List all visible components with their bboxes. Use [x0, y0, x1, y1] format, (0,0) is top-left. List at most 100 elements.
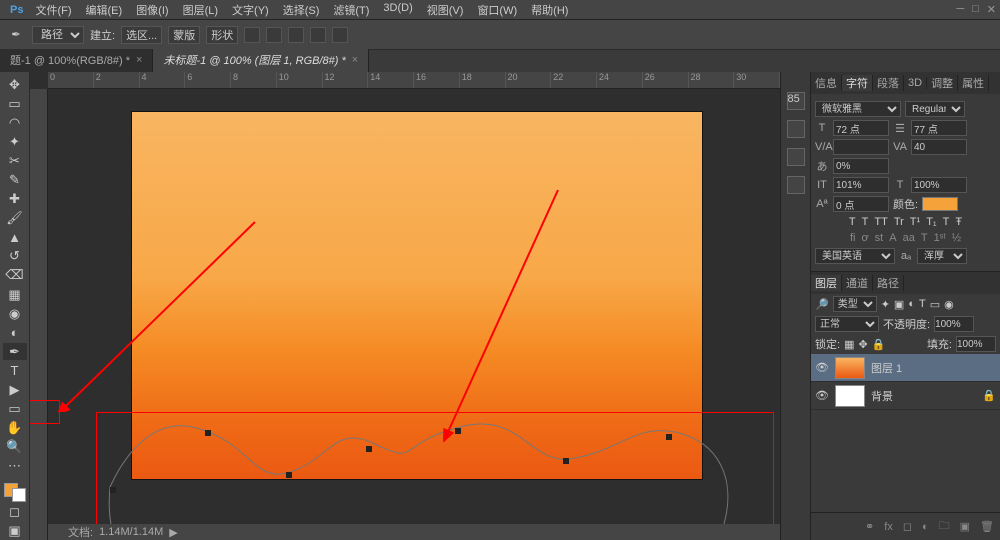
new-layer-icon[interactable]: ▣: [960, 520, 970, 533]
language-select[interactable]: 美国英语: [815, 248, 895, 264]
lock-position-icon[interactable]: ✥: [858, 338, 867, 351]
mask-button[interactable]: 蒙版: [168, 26, 200, 44]
menu-help[interactable]: 帮助(H): [525, 0, 574, 20]
history-brush-tool[interactable]: ↺: [3, 248, 27, 265]
tracking-input[interactable]: [911, 139, 967, 155]
menu-window[interactable]: 窗口(W): [471, 0, 523, 20]
gear-icon[interactable]: [310, 27, 326, 43]
tab-paths[interactable]: 路径: [873, 275, 904, 291]
adjustment-icon[interactable]: ◐: [922, 521, 929, 533]
tab-adjust[interactable]: 调整: [927, 75, 958, 91]
sub-button[interactable]: T₁: [926, 216, 936, 228]
dock-icon[interactable]: 85: [787, 92, 805, 110]
bold-button[interactable]: T: [849, 216, 856, 228]
pen-tool-icon[interactable]: ✒: [6, 25, 26, 45]
layer-thumbnail[interactable]: [835, 357, 865, 379]
lasso-tool[interactable]: ◠: [3, 114, 27, 131]
italic-button[interactable]: T: [862, 216, 869, 228]
menu-image[interactable]: 图像(I): [130, 0, 174, 20]
layer-thumbnail[interactable]: [835, 385, 865, 407]
gradient-tool[interactable]: ▦: [3, 286, 27, 303]
mode-select[interactable]: 路径: [32, 26, 84, 44]
tab-props[interactable]: 属性: [958, 75, 989, 91]
type-tool[interactable]: T: [3, 362, 27, 379]
doc-tab-2[interactable]: 未标题-1 @ 100% (图层 1, RGB/8#) *×: [153, 49, 369, 72]
screen-mode[interactable]: ▣: [3, 523, 27, 540]
tab-character[interactable]: 字符: [842, 75, 873, 91]
shape-button[interactable]: 形状: [206, 26, 238, 44]
path-select-tool[interactable]: ▶: [3, 382, 27, 399]
layer-name[interactable]: 图层 1: [871, 360, 902, 376]
scale-input[interactable]: [833, 158, 889, 174]
lock-pixels-icon[interactable]: ▦: [844, 338, 854, 351]
arrange-icon[interactable]: [288, 27, 304, 43]
maximize-button[interactable]: □: [972, 3, 979, 16]
canvas-area[interactable]: 024 6810 121416 182022 242628 30: [30, 72, 780, 540]
quickmask-toggle[interactable]: ◻: [3, 504, 27, 521]
layer-row[interactable]: 👁 图层 1: [811, 354, 1000, 382]
group-icon[interactable]: 🗀: [939, 517, 950, 536]
mask-icon[interactable]: ◻: [903, 520, 912, 533]
minimize-button[interactable]: ─: [956, 3, 964, 16]
dock-brush-icon[interactable]: [787, 176, 805, 194]
brush-tool[interactable]: 🖌: [3, 210, 27, 227]
baseline-input[interactable]: [833, 196, 889, 212]
close-icon[interactable]: ×: [136, 54, 142, 66]
vscale-input[interactable]: [911, 177, 967, 193]
opacity-input[interactable]: [934, 316, 974, 332]
layer-name[interactable]: 背景: [871, 388, 893, 404]
menu-select[interactable]: 选择(S): [277, 0, 326, 20]
text-color-swatch[interactable]: [922, 197, 958, 211]
visibility-icon[interactable]: 👁: [815, 389, 829, 402]
allcaps-button[interactable]: TT: [874, 216, 887, 228]
font-size-input[interactable]: [833, 120, 889, 136]
tab-layers[interactable]: 图层: [811, 275, 842, 291]
eraser-tool[interactable]: ⌫: [3, 267, 27, 284]
crop-tool[interactable]: ✂: [3, 152, 27, 169]
doc-tab-1[interactable]: 题-1 @ 100%(RGB/8#) *×: [0, 49, 153, 72]
layer-row[interactable]: 👁 背景 🔒: [811, 382, 1000, 410]
zoom-tool[interactable]: 🔍: [3, 439, 27, 456]
marquee-tool[interactable]: ▭: [3, 95, 27, 112]
selection-button[interactable]: 选区...: [121, 26, 162, 44]
antialiasing-select[interactable]: 浑厚: [917, 248, 967, 264]
menu-layer[interactable]: 图层(L): [177, 0, 224, 20]
pen-tool[interactable]: ✒: [3, 343, 27, 360]
tab-paragraph[interactable]: 段落: [873, 75, 904, 91]
shape-tool[interactable]: ▭: [3, 401, 27, 418]
tab-channels[interactable]: 通道: [842, 275, 873, 291]
lock-all-icon[interactable]: 🔒: [872, 338, 886, 351]
dock-swatch-icon[interactable]: [787, 148, 805, 166]
blur-tool[interactable]: ◉: [3, 305, 27, 322]
font-style-select[interactable]: Regular: [905, 101, 965, 117]
stamp-tool[interactable]: ▲: [3, 229, 27, 246]
close-button[interactable]: ✕: [987, 3, 996, 16]
leading-input[interactable]: [911, 120, 967, 136]
super-button[interactable]: T¹: [910, 216, 920, 228]
hscale-input[interactable]: [833, 177, 889, 193]
menu-file[interactable]: 文件(F): [29, 0, 77, 20]
menu-type[interactable]: 文字(Y): [226, 0, 275, 20]
fx-icon[interactable]: fx: [884, 521, 893, 533]
underline-button[interactable]: T: [943, 216, 950, 228]
menu-3d[interactable]: 3D(D): [377, 0, 418, 20]
color-swatch[interactable]: [4, 483, 26, 502]
menu-edit[interactable]: 编辑(E): [80, 0, 129, 20]
kerning-input[interactable]: [833, 139, 889, 155]
trash-icon[interactable]: 🗑: [980, 520, 994, 533]
tab-info[interactable]: 信息: [811, 75, 842, 91]
path-op-icon[interactable]: [244, 27, 260, 43]
visibility-icon[interactable]: 👁: [815, 361, 829, 374]
dodge-tool[interactable]: ◐: [3, 324, 27, 341]
wand-tool[interactable]: ✦: [3, 133, 27, 150]
menu-view[interactable]: 视图(V): [421, 0, 470, 20]
more-tools[interactable]: ⋯: [3, 458, 27, 475]
healing-tool[interactable]: ✚: [3, 191, 27, 208]
dock-history-icon[interactable]: [787, 120, 805, 138]
blend-mode-select[interactable]: 正常: [815, 316, 879, 332]
font-family-select[interactable]: 微软雅黑: [815, 101, 901, 117]
link-icon[interactable]: ⚭: [865, 520, 874, 533]
move-tool[interactable]: ✥: [3, 76, 27, 93]
tab-3d[interactable]: 3D: [904, 77, 927, 89]
eyedropper-tool[interactable]: ✎: [3, 171, 27, 188]
